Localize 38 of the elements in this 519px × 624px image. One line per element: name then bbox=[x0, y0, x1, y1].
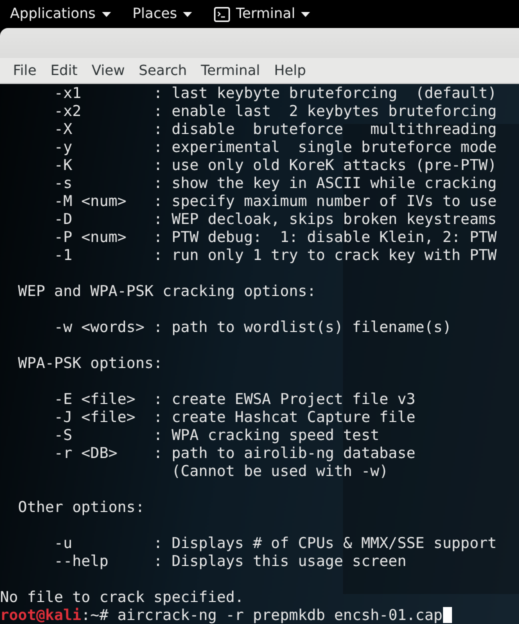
option-text: -J <file> : create Hashcat Capture file bbox=[54, 408, 416, 426]
option-text: (Cannot be used with -w) bbox=[172, 462, 388, 480]
menu-item[interactable]: View bbox=[84, 62, 132, 78]
option-text: -x1 : last keybyte bruteforcing (default) bbox=[54, 84, 497, 102]
panel-menu[interactable]: Places bbox=[132, 6, 192, 22]
menu-item[interactable]: File bbox=[6, 62, 44, 78]
option-text: -s : show the key in ASCII while cracking bbox=[54, 174, 497, 192]
terminal-icon bbox=[214, 6, 230, 22]
menu-item[interactable]: Help bbox=[267, 62, 313, 78]
caret-icon bbox=[301, 12, 310, 16]
option-text: -u : Displays # of CPUs & MMX/SSE support bbox=[54, 534, 497, 552]
menu-item[interactable]: Terminal bbox=[194, 62, 268, 78]
option-text: -K : use only old KoreK attacks (pre-PTW) bbox=[54, 156, 497, 174]
menu-item[interactable]: Search bbox=[132, 62, 194, 78]
option-text: -D : WEP decloak, skips broken keystreams bbox=[54, 210, 497, 228]
prompt-user: root@kali bbox=[0, 606, 82, 624]
option-text: -M <num> : specify maximum number of IVs to use bbox=[54, 192, 497, 210]
app-menu[interactable]: Terminal bbox=[214, 6, 310, 22]
option-text: -x2 : enable last 2 keybytes bruteforcing bbox=[54, 102, 497, 120]
option-text: -X : disable bruteforce multithreading bbox=[54, 120, 497, 138]
section-heading: WPA-PSK options: bbox=[18, 354, 163, 372]
option-text: -P <num> : PTW debug: 1: disable Klein, 2: PTW bbox=[54, 228, 497, 246]
caret-icon bbox=[183, 12, 192, 16]
option-text: -y : experimental single bruteforce mode bbox=[54, 138, 497, 156]
caret-icon bbox=[102, 12, 111, 16]
option-text: -S : WPA cracking speed test bbox=[54, 426, 380, 444]
option-text: -r <DB> : path to airolib-ng database bbox=[54, 444, 416, 462]
option-text: --help : Displays this usage screen bbox=[54, 552, 406, 570]
section-heading: WEP and WPA-PSK cracking options: bbox=[18, 282, 316, 300]
option-text: -E <file> : create EWSA Project file v3 bbox=[54, 390, 416, 408]
output-text: No file to crack specified. bbox=[0, 588, 244, 606]
menu-item[interactable]: Edit bbox=[43, 62, 85, 78]
command-text: :~# aircrack-ng -r prepmkdb encsh-01.cap bbox=[81, 606, 443, 624]
option-text: -w <words> : path to wordlist(s) filename(s) bbox=[54, 318, 452, 336]
option-text: -1 : run only 1 try to crack key with PTW bbox=[54, 246, 497, 264]
terminal-cursor bbox=[442, 607, 452, 623]
section-heading: Other options: bbox=[18, 498, 144, 516]
panel-menu[interactable]: Applications bbox=[10, 6, 111, 22]
